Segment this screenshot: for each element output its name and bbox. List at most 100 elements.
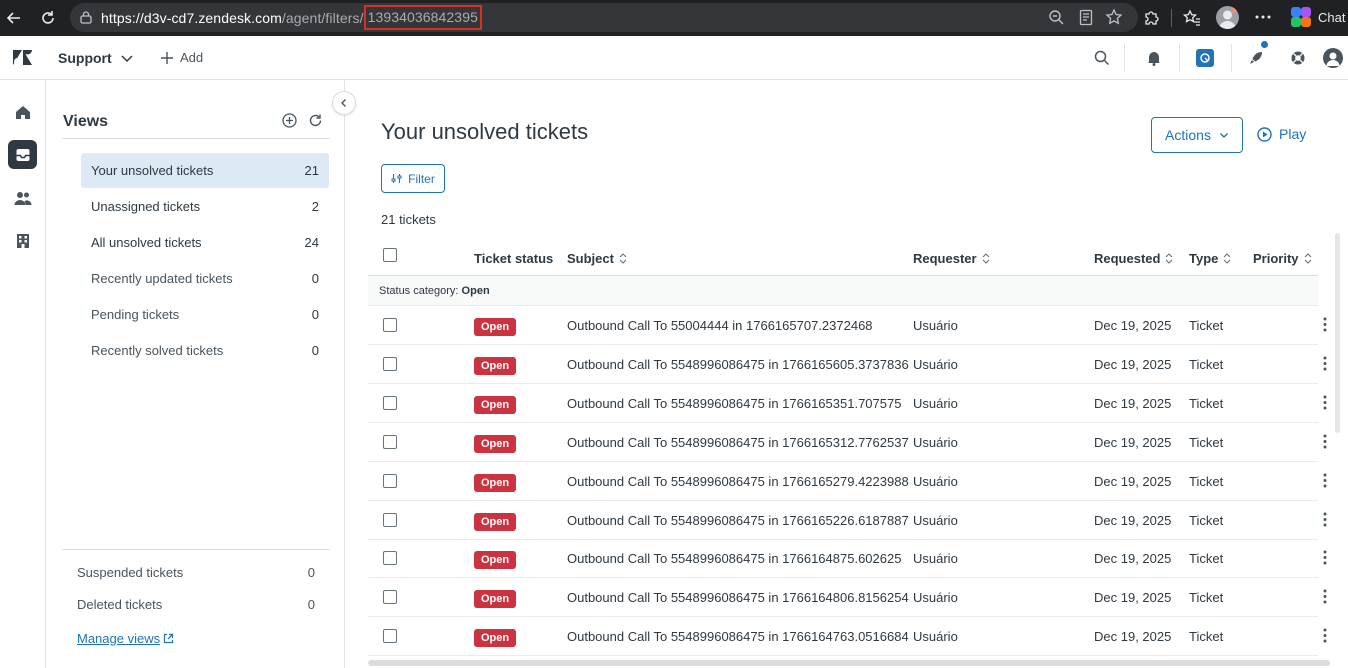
- nav-home-icon[interactable]: [8, 97, 37, 126]
- table-row[interactable]: Open Outbound Call To 5548996086475 in 1…: [368, 384, 1327, 423]
- getting-started-rocket-icon[interactable]: [1248, 41, 1268, 66]
- ticket-subject[interactable]: Outbound Call To 5548996086475 in 176616…: [567, 629, 909, 644]
- table-row[interactable]: Open Outbound Call To 5548996086475 in 1…: [368, 345, 1327, 384]
- manage-views-link[interactable]: Manage views: [77, 631, 174, 646]
- row-checkbox[interactable]: [383, 473, 397, 488]
- row-options-icon[interactable]: [1323, 473, 1327, 488]
- ticket-subject[interactable]: Outbound Call To 55004444 in 1766165707.…: [567, 318, 873, 333]
- more-menu-icon[interactable]: [1254, 8, 1272, 26]
- play-button[interactable]: Play: [1257, 126, 1306, 142]
- row-options-icon[interactable]: [1323, 550, 1327, 565]
- view-item-pending[interactable]: Pending tickets 0: [81, 297, 329, 332]
- row-options-icon[interactable]: [1323, 317, 1327, 332]
- vertical-scrollbar[interactable]: [1335, 233, 1340, 433]
- add-view-icon[interactable]: [282, 113, 297, 128]
- refresh-views-icon[interactable]: [308, 113, 323, 128]
- ticket-subject[interactable]: Outbound Call To 5548996086475 in 176616…: [567, 513, 909, 528]
- view-count: 0: [311, 271, 319, 286]
- favorite-star-icon[interactable]: [1105, 8, 1123, 26]
- row-checkbox[interactable]: [383, 551, 397, 566]
- column-type[interactable]: Type: [1189, 251, 1231, 266]
- select-all-checkbox[interactable]: [383, 248, 397, 262]
- row-checkbox[interactable]: [383, 318, 397, 332]
- conversations-app-icon[interactable]: [1196, 49, 1214, 67]
- row-options-icon[interactable]: [1323, 589, 1327, 604]
- column-requester[interactable]: Requester: [913, 251, 990, 266]
- nav-customers-icon[interactable]: [8, 183, 37, 212]
- status-category-group: Status category: Open: [368, 276, 1318, 306]
- row-options-icon[interactable]: [1323, 512, 1327, 527]
- nav-organizations-icon[interactable]: [8, 226, 37, 255]
- table-row[interactable]: Open Outbound Call To 5548996086475 in 1…: [368, 617, 1327, 657]
- table-row[interactable]: Open Outbound Call To 55004444 in 176616…: [368, 306, 1327, 345]
- ticket-type: Ticket: [1189, 629, 1224, 645]
- column-requested[interactable]: Requested: [1094, 251, 1173, 266]
- ticket-requester: Usuário: [913, 551, 958, 567]
- row-checkbox[interactable]: [383, 434, 397, 449]
- ticket-type: Ticket: [1189, 356, 1224, 372]
- view-item-recently-updated[interactable]: Recently updated tickets 0: [81, 261, 329, 296]
- row-options-icon[interactable]: [1323, 395, 1327, 410]
- back-arrow-icon[interactable]: [4, 8, 24, 28]
- table-row[interactable]: Open Outbound Call To 5548996086475 in 1…: [368, 462, 1327, 501]
- reload-icon[interactable]: [38, 8, 58, 28]
- ticket-subject[interactable]: Outbound Call To 5548996086475 in 176616…: [567, 590, 909, 605]
- ticket-subject[interactable]: Outbound Call To 5548996086475 in 176616…: [567, 396, 901, 411]
- view-item-recently-solved[interactable]: Recently solved tickets 0: [81, 333, 329, 368]
- ticket-subject[interactable]: Outbound Call To 5548996086475 in 176616…: [567, 357, 909, 372]
- header-divider: [1124, 44, 1125, 72]
- row-options-icon[interactable]: [1323, 628, 1327, 643]
- notifications-bell-icon[interactable]: [1146, 50, 1162, 66]
- ticket-type: Ticket: [1189, 473, 1224, 489]
- view-item-your-unsolved[interactable]: Your unsolved tickets 21: [81, 153, 329, 188]
- zendesk-logo-icon[interactable]: [13, 50, 32, 65]
- filter-button[interactable]: Filter: [381, 164, 445, 193]
- product-name: Support: [58, 50, 112, 66]
- search-icon[interactable]: [1094, 50, 1110, 66]
- ticket-subject[interactable]: Outbound Call To 5548996086475 in 176616…: [567, 474, 909, 489]
- zoom-search-icon[interactable]: [1048, 9, 1065, 26]
- table-row[interactable]: Open Outbound Call To 5548996086475 in 1…: [368, 501, 1327, 540]
- add-button[interactable]: Add: [160, 50, 203, 65]
- table-row[interactable]: Open Outbound Call To 5548996086475 in 1…: [368, 578, 1327, 618]
- add-label: Add: [180, 50, 204, 65]
- help-lifebuoy-icon[interactable]: [1290, 50, 1306, 66]
- row-checkbox[interactable]: [383, 356, 397, 371]
- column-priority[interactable]: Priority: [1253, 251, 1312, 266]
- address-bar[interactable]: https://d3v-cd7.zendesk.com/agent/filter…: [70, 3, 1138, 32]
- profile-avatar[interactable]: [1216, 6, 1239, 29]
- site-info-icon[interactable]: [79, 10, 93, 25]
- row-options-icon[interactable]: [1323, 434, 1327, 449]
- horizontal-scrollbar[interactable]: [368, 660, 1330, 666]
- view-item-all-unsolved[interactable]: All unsolved tickets 24: [81, 225, 329, 260]
- view-label: Unassigned tickets: [91, 199, 201, 214]
- reader-mode-icon[interactable]: [1078, 9, 1094, 26]
- row-options-icon[interactable]: [1323, 356, 1327, 371]
- product-switcher[interactable]: Support: [58, 50, 134, 66]
- ticket-type: Ticket: [1189, 434, 1224, 450]
- profile-alert-dot: [1231, 7, 1237, 13]
- ticket-subject[interactable]: Outbound Call To 5548996086475 in 176616…: [567, 551, 901, 566]
- collapse-panel-button[interactable]: [332, 91, 356, 115]
- view-item-deleted[interactable]: Deleted tickets 0: [77, 597, 315, 612]
- actions-button[interactable]: Actions: [1151, 117, 1243, 153]
- browser-toolbar: https://d3v-cd7.zendesk.com/agent/filter…: [0, 0, 1348, 36]
- copilot-chat-button[interactable]: Chat: [1290, 6, 1345, 28]
- nav-views-icon[interactable]: [8, 140, 37, 169]
- row-checkbox[interactable]: [383, 395, 397, 410]
- favorites-icon[interactable]: [1182, 8, 1201, 27]
- user-avatar[interactable]: [1323, 48, 1343, 68]
- ticket-subject[interactable]: Outbound Call To 5548996086475 in 176616…: [567, 435, 909, 450]
- row-checkbox[interactable]: [383, 590, 397, 605]
- row-checkbox[interactable]: [383, 512, 397, 527]
- table-row[interactable]: Open Outbound Call To 5548996086475 in 1…: [368, 423, 1327, 462]
- row-checkbox[interactable]: [383, 629, 397, 644]
- column-label: Requester: [913, 251, 977, 266]
- extensions-icon[interactable]: [1142, 8, 1161, 27]
- column-ticket-status[interactable]: Ticket status: [474, 251, 553, 266]
- table-row[interactable]: Open Outbound Call To 5548996086475 in 1…: [368, 539, 1327, 579]
- column-subject[interactable]: Subject: [567, 251, 627, 266]
- view-item-unassigned[interactable]: Unassigned tickets 2: [81, 189, 329, 224]
- view-item-suspended[interactable]: Suspended tickets 0: [77, 565, 315, 580]
- main-content: Your unsolved tickets Actions Play Filte…: [345, 80, 1348, 668]
